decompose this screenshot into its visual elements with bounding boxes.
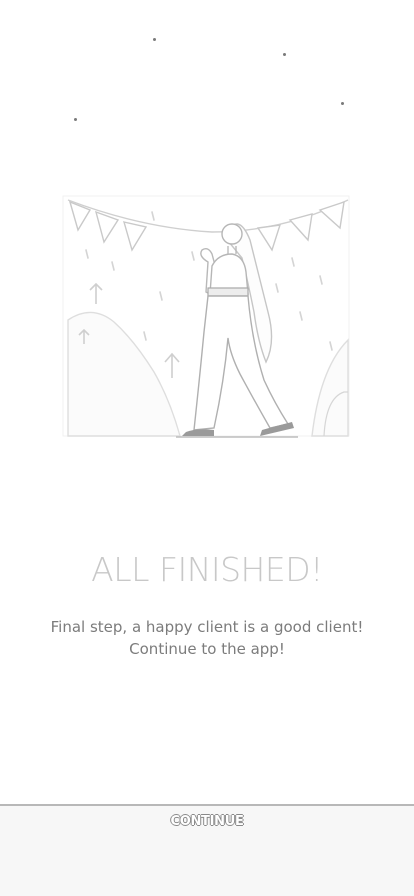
continue-button-label[interactable]: CONTINUE bbox=[0, 812, 414, 832]
sparkle-dot-2 bbox=[283, 53, 286, 56]
sparkle-dot-4 bbox=[74, 118, 77, 121]
message-line-2: Continue to the app! bbox=[129, 640, 285, 658]
completion-message: Final step, a happy client is a good cli… bbox=[0, 616, 414, 660]
celebration-illustration bbox=[62, 192, 352, 442]
page-title: ALL FINISHED! bbox=[91, 550, 323, 589]
sparkle-dot-1 bbox=[153, 38, 156, 41]
sparkle-dot-3 bbox=[341, 102, 344, 105]
message-line-1: Final step, a happy client is a good cli… bbox=[50, 618, 364, 636]
